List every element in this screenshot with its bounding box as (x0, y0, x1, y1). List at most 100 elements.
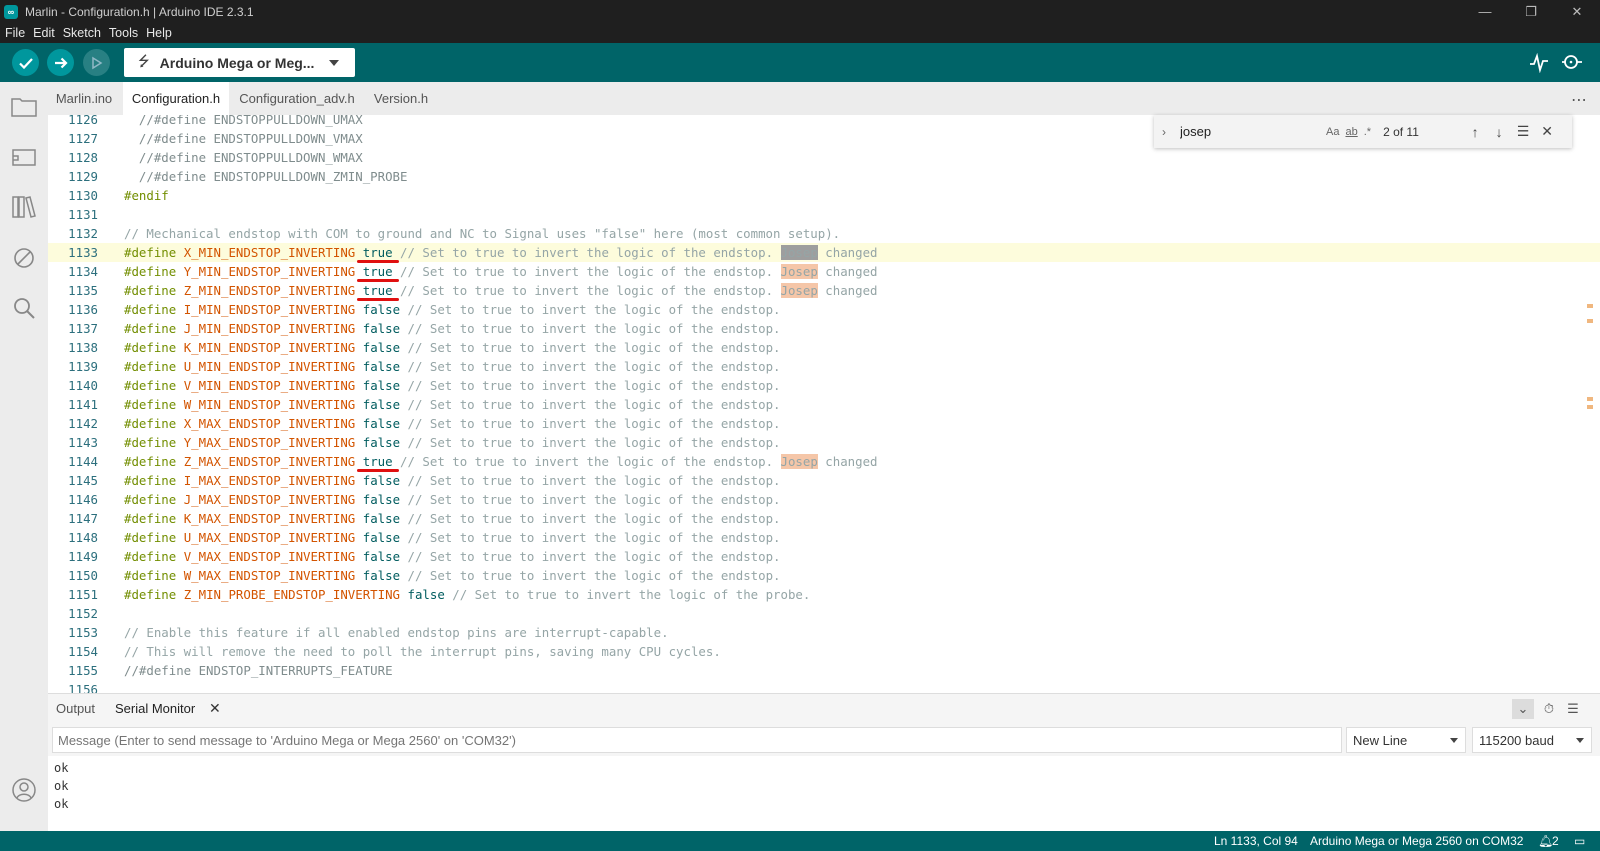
line-number: 1138 (68, 340, 98, 355)
code-line[interactable]: 1155 //#define ENDSTOP_INTERRUPTS_FEATURE (48, 661, 1600, 680)
serial-monitor-button[interactable] (1561, 52, 1583, 74)
upload-button[interactable] (47, 49, 74, 76)
menu-tools[interactable]: Tools (109, 26, 138, 40)
code-line[interactable]: 1128 //#define ENDSTOPPULLDOWN_WMAX (48, 148, 1600, 167)
code-line[interactable]: 1129 //#define ENDSTOPPULLDOWN_ZMIN_PROB… (48, 167, 1600, 186)
code-line[interactable]: 1152 (48, 604, 1600, 623)
serial-plotter-button[interactable] (1528, 52, 1550, 74)
code-text: #define X_MIN_ENDSTOP_INVERTING true // … (124, 243, 878, 262)
code-line[interactable]: 1156 (48, 680, 1600, 693)
tab-configuration-adv-h[interactable]: Configuration_adv.h (232, 82, 362, 115)
code-line[interactable]: 1151 #define Z_MIN_PROBE_ENDSTOP_INVERTIN… (48, 585, 1600, 604)
find-input[interactable] (1180, 120, 1320, 143)
code-line[interactable]: 1137 #define J_MIN_ENDSTOP_INVERTING fals… (48, 319, 1600, 338)
close-serial-monitor-icon[interactable]: ✕ (209, 700, 221, 717)
boards-manager-button[interactable] (10, 143, 38, 171)
code-token: #define (124, 378, 184, 393)
code-line[interactable]: 1133 #define X_MIN_ENDSTOP_INVERTING true… (48, 243, 1600, 262)
tab-marlin-ino[interactable]: Marlin.ino (48, 82, 120, 115)
bell-icon[interactable]: 🔔︎ (1538, 834, 1553, 848)
code-line[interactable]: 1141 #define W_MIN_ENDSTOP_INVERTING fals… (48, 395, 1600, 414)
code-token: false (362, 359, 401, 374)
board-selector[interactable]: ⭍ Arduino Mega or Meg... (124, 48, 355, 77)
code-line[interactable]: 1139 #define U_MIN_ENDSTOP_INVERTING fals… (48, 357, 1600, 376)
code-token: X_MIN_ENDSTOP_INVERTING (183, 245, 356, 260)
line-number: 1131 (68, 207, 98, 222)
code-editor[interactable]: 1126 //#define ENDSTOPPULLDOWN_UMAX 1127 … (48, 115, 1600, 693)
code-line[interactable]: 1150 #define W_MAX_ENDSTOP_INVERTING fals… (48, 566, 1600, 585)
line-number: 1152 (68, 606, 98, 621)
tab-serial-monitor[interactable]: Serial Monitor (115, 701, 195, 716)
code-token: K_MAX_ENDSTOP_INVERTING (183, 511, 356, 526)
code-line[interactable]: 1145 #define I_MAX_ENDSTOP_INVERTING fals… (48, 471, 1600, 490)
code-line[interactable]: 1148 #define U_MAX_ENDSTOP_INVERTING fals… (48, 528, 1600, 547)
code-token: changed (817, 283, 878, 298)
code-line[interactable]: 1142 #define X_MAX_ENDSTOP_INVERTING fals… (48, 414, 1600, 433)
menu-edit[interactable]: Edit (33, 26, 55, 40)
tab-configuration-h[interactable]: Configuration.h (123, 82, 229, 115)
cursor-position[interactable]: Ln 1133, Col 94 (1214, 834, 1298, 848)
baud-rate-select[interactable]: 115200 baud (1472, 727, 1592, 753)
debug-button[interactable] (83, 49, 110, 76)
arrow-up-icon[interactable]: ↑ (1463, 124, 1487, 140)
line-number: 1154 (68, 644, 98, 659)
code-token: // Set to true to invert the logic of th… (400, 321, 781, 336)
debug-sidebar-button[interactable] (10, 244, 38, 272)
line-number: 1150 (68, 568, 98, 583)
account-button[interactable] (10, 776, 38, 804)
code-line[interactable]: 1147 #define K_MAX_ENDSTOP_INVERTING fals… (48, 509, 1600, 528)
menu-file[interactable]: File (5, 26, 25, 40)
match-case-toggle[interactable]: Aa (1326, 126, 1339, 138)
code-line[interactable]: 1154 // This will remove the need to poll… (48, 642, 1600, 661)
code-line[interactable]: 1136 #define I_MIN_ENDSTOP_INVERTING fals… (48, 300, 1600, 319)
code-line[interactable]: 1144 #define Z_MAX_ENDSTOP_INVERTING true… (48, 452, 1600, 471)
find-in-selection-icon[interactable]: ☰ (1511, 123, 1535, 140)
code-line[interactable]: 1140 #define V_MIN_ENDSTOP_INVERTING fals… (48, 376, 1600, 395)
verify-button[interactable] (12, 49, 39, 76)
timestamp-icon[interactable]: ⏱ (1538, 699, 1560, 719)
toggle-panel-icon[interactable]: ▭ (1574, 834, 1585, 848)
notification-count: 2 (1552, 834, 1559, 848)
code-line[interactable]: 1132 // Mechanical endstop with COM to gr… (48, 224, 1600, 243)
menu-bar: File Edit Sketch Tools Help (0, 23, 1600, 43)
menu-help[interactable]: Help (146, 26, 172, 40)
line-ending-select[interactable]: New Line (1346, 727, 1466, 753)
close-button[interactable]: ✕ (1554, 0, 1600, 23)
code-line[interactable]: 1135 #define Z_MIN_ENDSTOP_INVERTING true… (48, 281, 1600, 300)
code-token: Z_MAX_ENDSTOP_INVERTING (183, 454, 356, 469)
sketchbook-button[interactable] (10, 92, 38, 120)
code-line[interactable]: 1130 #endif (48, 186, 1600, 205)
code-line[interactable]: 1149 #define V_MAX_ENDSTOP_INVERTING fals… (48, 547, 1600, 566)
library-manager-button[interactable] (10, 193, 38, 221)
maximize-button[interactable]: ❐ (1508, 0, 1554, 23)
check-icon (18, 57, 33, 69)
tab-output[interactable]: Output (56, 701, 95, 716)
code-token: W_MIN_ENDSTOP_INVERTING (183, 397, 356, 412)
code-line[interactable]: 1138 #define K_MIN_ENDSTOP_INVERTING fals… (48, 338, 1600, 357)
plotter-icon (1530, 53, 1548, 73)
arrow-down-icon[interactable]: ↓ (1487, 124, 1511, 140)
board-port-status[interactable]: Arduino Mega or Mega 2560 on COM32 (1310, 834, 1523, 848)
code-line[interactable]: 1143 #define Y_MAX_ENDSTOP_INVERTING fals… (48, 433, 1600, 452)
code-line[interactable]: 1134 #define Y_MIN_ENDSTOP_INVERTING true… (48, 262, 1600, 281)
menu-sketch[interactable]: Sketch (63, 26, 101, 40)
code-text: #define J_MAX_ENDSTOP_INVERTING false //… (124, 490, 781, 509)
search-sidebar-button[interactable] (10, 294, 38, 322)
message-input[interactable] (52, 727, 1342, 753)
more-options-icon[interactable]: ⋯ (1571, 90, 1588, 110)
code-line[interactable]: 1131 (48, 205, 1600, 224)
code-line[interactable]: 1153 // Enable this feature if all enable… (48, 623, 1600, 642)
chevron-right-icon[interactable]: › (1162, 125, 1172, 139)
regex-toggle[interactable]: .* (1364, 126, 1371, 138)
code-line[interactable]: 1146 #define J_MAX_ENDSTOP_INVERTING fals… (48, 490, 1600, 509)
autoscroll-icon[interactable]: ⌄ (1512, 699, 1534, 719)
code-token: // Set to true to invert the logic of th… (400, 549, 781, 564)
clear-output-icon[interactable]: ☰ (1562, 699, 1584, 719)
whole-word-toggle[interactable]: ab (1345, 126, 1357, 138)
tab-version-h[interactable]: Version.h (366, 82, 436, 115)
close-find-icon[interactable]: ✕ (1535, 123, 1559, 140)
minimize-button[interactable]: — (1462, 0, 1508, 23)
